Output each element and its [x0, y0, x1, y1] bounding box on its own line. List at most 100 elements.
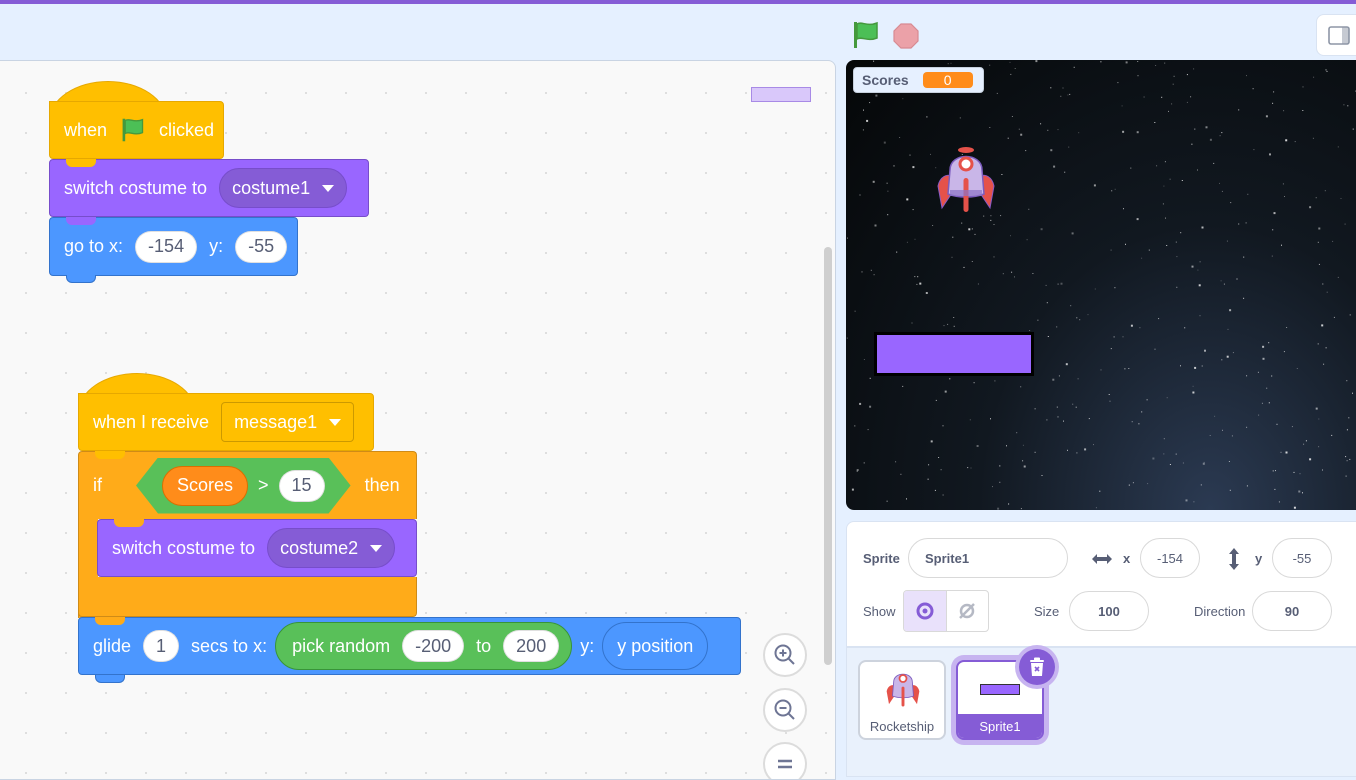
- star: [1152, 457, 1155, 460]
- star: [895, 461, 897, 463]
- star: [1158, 318, 1160, 320]
- star: [1076, 452, 1078, 454]
- star: [1274, 488, 1276, 490]
- star: [870, 269, 872, 271]
- trash-icon: [1030, 657, 1044, 676]
- star: [938, 457, 940, 458]
- sprite1-paddle[interactable]: [874, 332, 1034, 376]
- star: [1309, 458, 1312, 461]
- eye-slash-icon: [959, 603, 976, 619]
- random-from-input[interactable]: -200: [402, 630, 465, 662]
- star: [1271, 255, 1273, 257]
- scores-variable-reporter[interactable]: Scores: [162, 466, 248, 506]
- hide-sprite-button[interactable]: [947, 591, 989, 631]
- switch-costume-block[interactable]: switch costume to costume1: [49, 159, 369, 217]
- star: [1022, 460, 1024, 462]
- glide-block[interactable]: glide 1 secs to x: pick random -200 to 2…: [78, 617, 741, 683]
- delete-sprite-button[interactable]: [1019, 649, 1055, 685]
- message-dropdown[interactable]: message1: [221, 402, 355, 442]
- greater-than-operator[interactable]: Scores > 15: [136, 458, 351, 514]
- zoom-in-button[interactable]: [763, 633, 807, 677]
- star: [1273, 91, 1275, 93]
- vertical-arrows-icon: [1229, 548, 1239, 570]
- switch-costume-block[interactable]: switch costume to costume2: [97, 519, 417, 577]
- star: [1022, 444, 1024, 446]
- star: [1161, 96, 1163, 98]
- zoom-reset-button[interactable]: [763, 742, 807, 779]
- star: [1099, 490, 1101, 492]
- star: [940, 469, 942, 471]
- direction-input[interactable]: 90: [1252, 591, 1332, 631]
- star: [1128, 368, 1130, 369]
- size-input[interactable]: 100: [1069, 591, 1149, 631]
- go-to-xy-block[interactable]: go to x: -154 y: -55: [49, 217, 298, 283]
- star: [859, 402, 862, 405]
- star: [1164, 62, 1166, 64]
- star: [1011, 116, 1013, 117]
- costume-dropdown[interactable]: costume2: [267, 528, 396, 568]
- star: [911, 322, 913, 324]
- star: [1124, 368, 1126, 370]
- star: [990, 418, 991, 420]
- star: [1193, 501, 1195, 503]
- show-sprite-button[interactable]: [904, 591, 947, 631]
- star: [1221, 359, 1223, 361]
- random-to-input[interactable]: 200: [503, 630, 560, 662]
- y-position-reporter[interactable]: y position: [602, 622, 709, 670]
- star: [1221, 190, 1223, 192]
- dropdown-caret-icon: [322, 184, 335, 192]
- star: [1006, 445, 1007, 447]
- star: [993, 224, 995, 225]
- star: [1227, 328, 1229, 330]
- workspace-scrollbar[interactable]: [824, 247, 832, 665]
- star: [1282, 183, 1284, 185]
- small-stage-button[interactable]: [1316, 14, 1356, 56]
- if-then-block[interactable]: if Scores > 15 then: [78, 451, 417, 519]
- code-workspace[interactable]: when clicked switch costume to costume1 …: [0, 60, 836, 780]
- star: [1294, 141, 1296, 143]
- star: [1200, 484, 1202, 486]
- star: [1302, 110, 1304, 111]
- sprite-name-input[interactable]: Sprite1: [908, 538, 1068, 578]
- star: [1180, 365, 1181, 367]
- costume-dropdown[interactable]: costume1: [219, 168, 348, 208]
- star: [1293, 506, 1296, 509]
- stage[interactable]: Scores 0: [846, 60, 1356, 510]
- sprite-tile-rocketship[interactable]: Rocketship: [858, 660, 946, 740]
- stop-button[interactable]: [892, 22, 920, 50]
- x-label: x: [1123, 551, 1131, 566]
- star: [993, 256, 995, 258]
- star: [1246, 75, 1247, 77]
- y-input[interactable]: -55: [235, 230, 288, 263]
- monitor-value: 0: [922, 72, 973, 88]
- star: [1197, 169, 1198, 171]
- compare-value-input[interactable]: 15: [279, 470, 325, 502]
- star: [1268, 342, 1270, 344]
- star: [1221, 132, 1223, 134]
- star: [1065, 363, 1068, 366]
- rocketship-sprite[interactable]: [934, 146, 998, 218]
- when-i-receive-block[interactable]: when I receive message1: [78, 393, 374, 451]
- star: [989, 127, 991, 128]
- star: [1138, 423, 1140, 425]
- y-position-input[interactable]: -55: [1272, 538, 1332, 578]
- star: [1229, 309, 1232, 312]
- comment-stub[interactable]: [751, 87, 811, 102]
- star: [906, 241, 908, 243]
- x-position-input[interactable]: -154: [1140, 538, 1200, 578]
- sprite-info-panel: Sprite Sprite1 x -154 y -55 Show Size 10…: [846, 521, 1356, 647]
- when-flag-clicked-block[interactable]: when clicked: [49, 101, 224, 159]
- green-flag-button[interactable]: [850, 20, 882, 50]
- notch: [66, 217, 96, 225]
- star: [1014, 68, 1016, 69]
- pick-random-reporter[interactable]: pick random -200 to 200: [275, 622, 573, 670]
- star: [1029, 330, 1031, 331]
- sprite-tile-name: Rocketship: [869, 718, 935, 734]
- star: [875, 94, 878, 97]
- zoom-out-button[interactable]: [763, 688, 807, 732]
- star: [1075, 406, 1077, 408]
- x-input[interactable]: -154: [135, 230, 198, 263]
- star: [1034, 408, 1036, 410]
- scores-monitor[interactable]: Scores 0: [853, 67, 984, 93]
- glide-secs-input[interactable]: 1: [143, 630, 180, 662]
